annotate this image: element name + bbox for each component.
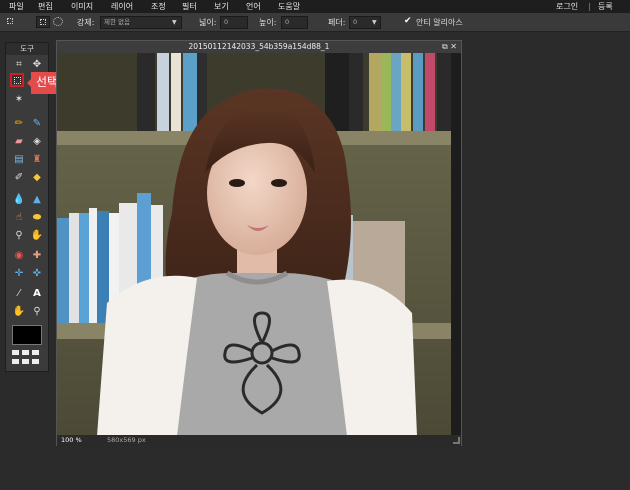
ellipse-selection-mode-icon[interactable] (53, 17, 63, 26)
grid-icon (12, 359, 19, 364)
options-bar: 강제: 제한 없음 ▼ 넓이: 0 높이: 0 페더: 0 ▼ ✔ 안티 알리아… (0, 13, 630, 32)
antialias-label: 안티 알리아스 (416, 18, 463, 27)
feather-label: 페더: (328, 18, 346, 27)
menu-bar: 파일 편집 이미지 레이어 조정 필터 보기 언어 도움말 로그인 | 등록 (0, 0, 630, 13)
menu-adjust[interactable]: 조정 (151, 1, 166, 12)
strength-label: 강제: (77, 18, 95, 27)
menu-language[interactable]: 언어 (246, 1, 261, 12)
menu-view[interactable]: 보기 (214, 1, 229, 12)
login-link[interactable]: 로그인 (556, 1, 578, 12)
grid-icon (22, 350, 29, 355)
document-status-bar: 100 % 580x569 px (57, 435, 461, 446)
menu-image[interactable]: 이미지 (71, 1, 93, 12)
grid-icon (32, 359, 39, 364)
selection-tool-button[interactable] (10, 73, 24, 87)
height-label: 높이: (259, 18, 277, 27)
draw-shapes-icon[interactable]: ◆ (30, 171, 44, 185)
marquee-tool-icon[interactable] (4, 16, 18, 28)
document-title: 20150112142033_54b359a154d88_1 (57, 41, 461, 53)
crop-icon[interactable]: ⌗ (12, 58, 26, 72)
sponge-icon[interactable]: ⬬ (30, 211, 44, 225)
burn-icon[interactable]: ✋ (30, 229, 44, 243)
antialias-checkbox[interactable]: ✔ (404, 17, 413, 26)
close-icon[interactable]: ✕ (450, 42, 457, 51)
chevron-down-icon: ▼ (172, 19, 177, 26)
gradient-icon[interactable]: ▤ (12, 153, 26, 167)
photo-image (57, 53, 451, 436)
height-input[interactable]: 0 (281, 16, 308, 29)
clone-stamp-icon[interactable]: ♜ (30, 153, 44, 167)
width-input[interactable]: 0 (220, 16, 248, 29)
pinch-icon[interactable]: ✜ (30, 267, 44, 281)
menu-file[interactable]: 파일 (9, 1, 24, 12)
pencil-icon[interactable]: ✏ (12, 117, 26, 131)
window-controls: ⧉ ✕ (442, 41, 457, 53)
eraser-icon[interactable]: ▰ (12, 135, 26, 149)
magic-wand-icon[interactable]: ✶ (12, 93, 26, 107)
grid-icon (12, 350, 19, 355)
move-icon[interactable]: ✥ (30, 58, 44, 72)
image-dimensions: 580x569 px (107, 436, 146, 444)
width-label: 넓이: (199, 18, 217, 27)
photo-canvas[interactable] (57, 53, 451, 436)
resize-handle-icon[interactable] (453, 437, 460, 444)
zoom-icon[interactable]: ⚲ (30, 305, 44, 319)
rect-selection-mode-icon[interactable] (36, 16, 50, 28)
document-window: 20150112142033_54b359a154d88_1 ⧉ ✕ 100 %… (56, 40, 462, 446)
register-link[interactable]: 등록 (598, 1, 613, 12)
color-replace-icon[interactable]: ✐ (12, 171, 26, 185)
menu-edit[interactable]: 편집 (38, 1, 53, 12)
grid-icon (32, 350, 39, 355)
grid-icon (22, 359, 29, 364)
strength-select[interactable]: 제한 없음 (100, 16, 182, 29)
color-picker-icon[interactable]: ⁄ (12, 287, 26, 301)
brush-icon[interactable]: ✎ (30, 117, 44, 131)
type-icon[interactable]: A (30, 287, 44, 301)
menu-filter[interactable]: 필터 (182, 1, 197, 12)
smudge-icon[interactable]: ☝ (12, 211, 26, 225)
menu-help[interactable]: 도움말 (278, 1, 300, 12)
bloat-icon[interactable]: ✛ (12, 267, 26, 281)
sharpen-icon[interactable]: ▲ (30, 193, 44, 207)
spot-heal-icon[interactable]: ✚ (30, 249, 44, 263)
drop-icon[interactable]: 💧 (12, 193, 26, 207)
foreground-color-swatch[interactable] (12, 325, 42, 345)
restore-window-icon[interactable]: ⧉ (442, 42, 448, 51)
hand-icon[interactable]: ✋ (12, 305, 26, 319)
menu-separator: | (588, 2, 591, 11)
toolbox-title: 도구 (6, 43, 48, 55)
paint-bucket-icon[interactable]: ◈ (30, 135, 44, 149)
red-eye-icon[interactable]: ◉ (12, 249, 26, 263)
chevron-down-icon: ▼ (372, 19, 377, 26)
dodge-icon[interactable]: ⚲ (12, 229, 26, 243)
zoom-level[interactable]: 100 % (61, 435, 82, 446)
menu-layer[interactable]: 레이어 (111, 1, 133, 12)
